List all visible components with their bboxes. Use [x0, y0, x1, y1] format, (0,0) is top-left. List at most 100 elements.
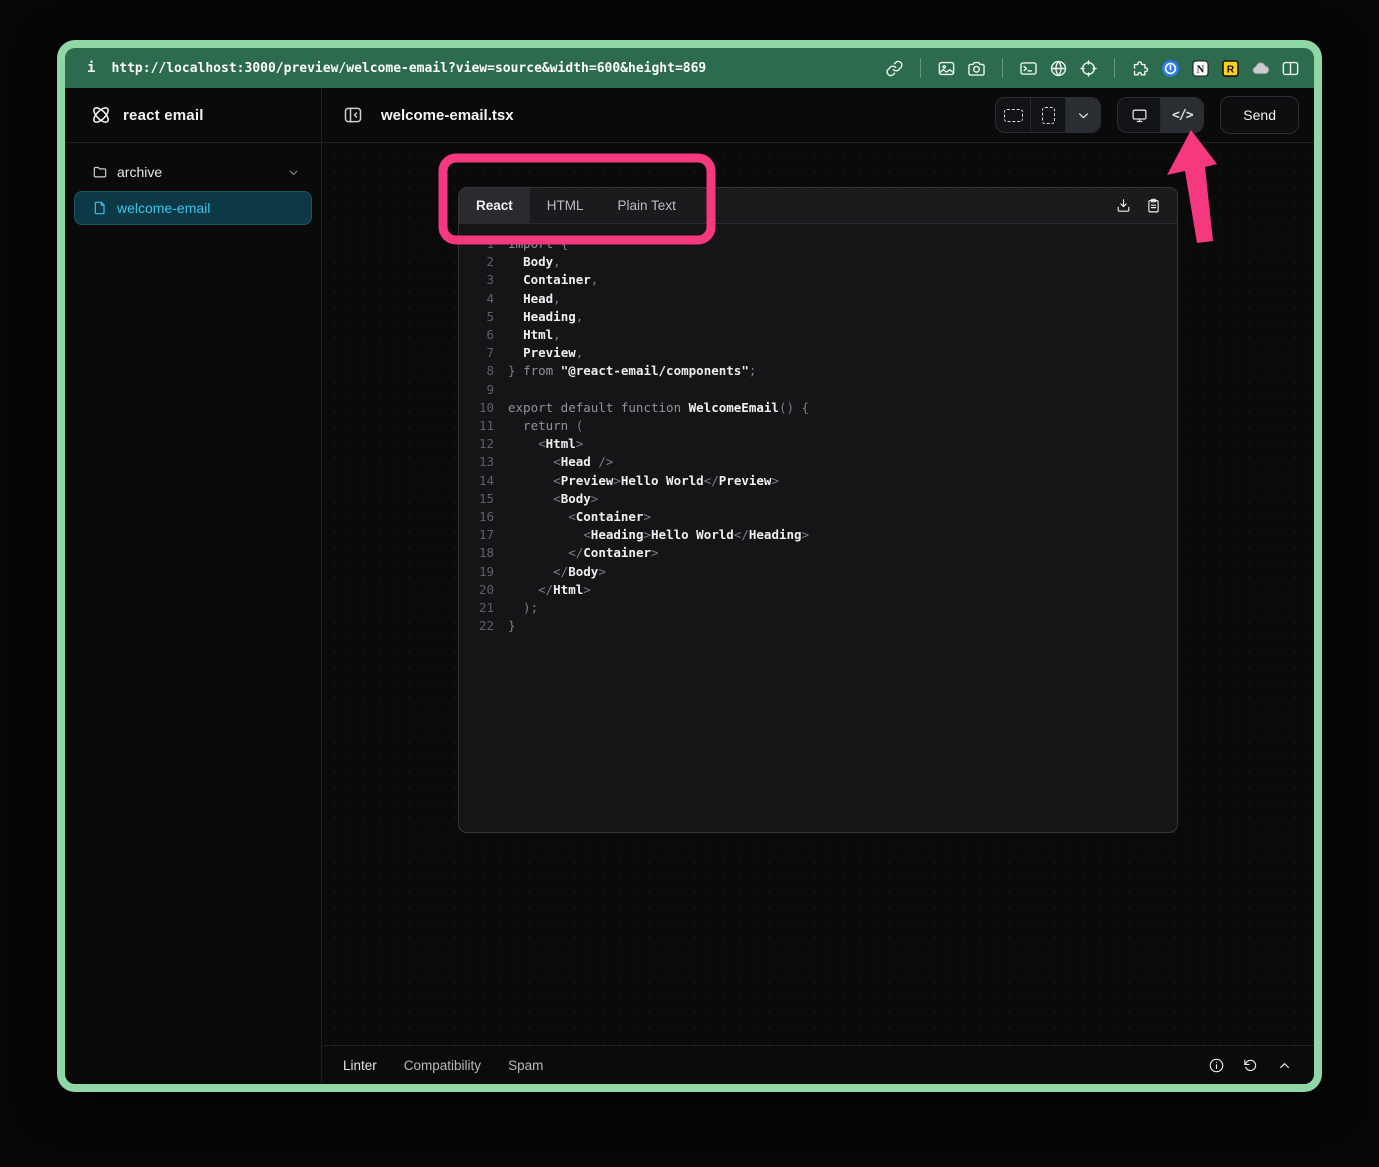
chevron-down-icon[interactable]	[286, 165, 301, 180]
reset-icon[interactable]	[1242, 1057, 1259, 1074]
viewport-landscape-button[interactable]	[996, 98, 1030, 132]
line-number: 1	[468, 235, 494, 253]
line-number: 14	[468, 472, 494, 490]
line-content: return (	[508, 417, 583, 435]
code-line: 6 Html,	[468, 326, 1177, 344]
line-number: 18	[468, 544, 494, 562]
address-bar[interactable]: http://localhost:3000/preview/welcome-em…	[111, 61, 706, 76]
code-line: 1 import {	[468, 235, 1177, 253]
tab-react[interactable]: React	[459, 188, 530, 223]
sidebar-brand: react email	[65, 88, 321, 143]
sidebar-item-welcome-email[interactable]: welcome-email	[74, 191, 312, 225]
line-content: Preview,	[508, 344, 583, 362]
download-icon[interactable]	[1115, 197, 1132, 214]
line-number: 2	[468, 253, 494, 271]
react-email-logo	[90, 104, 112, 126]
line-number: 17	[468, 526, 494, 544]
sidebar-collapse-icon[interactable]	[340, 102, 366, 128]
viewport-portrait-icon	[1042, 107, 1055, 124]
line-number: 13	[468, 453, 494, 471]
viewport-landscape-icon	[1004, 109, 1023, 122]
code-line: 12 <Html>	[468, 435, 1177, 453]
line-number: 11	[468, 417, 494, 435]
code-actions	[1115, 188, 1177, 223]
cloud-icon[interactable]	[1251, 59, 1270, 78]
line-number: 19	[468, 563, 494, 581]
split-view-icon[interactable]	[1281, 59, 1300, 78]
code-line: 13 <Head />	[468, 453, 1177, 471]
r-extension-icon[interactable]: R	[1221, 59, 1240, 78]
code-line: 5 Heading,	[468, 308, 1177, 326]
info-icon[interactable]	[1208, 1057, 1225, 1074]
line-content: <Head />	[508, 453, 613, 471]
line-content: <Heading>Hello World</Heading>	[508, 526, 809, 544]
code-lines: 1import {2 Body,3 Container,4 Head,5 Hea…	[459, 224, 1177, 635]
desktop-preview-button[interactable]	[1118, 98, 1160, 132]
viewport-portrait-button[interactable]	[1030, 98, 1065, 132]
line-number: 15	[468, 490, 494, 508]
line-content: <Preview>Hello World</Preview>	[508, 472, 779, 490]
line-number: 22	[468, 617, 494, 635]
code-line: 3 Container,	[468, 271, 1177, 289]
file-icon	[92, 200, 108, 216]
code-line: 11 return (	[468, 417, 1177, 435]
bottom-bar-icons	[1208, 1057, 1293, 1074]
line-number: 5	[468, 308, 494, 326]
onepassword-icon[interactable]	[1161, 59, 1180, 78]
browser-toolbar: NR	[885, 58, 1300, 78]
terminal-icon[interactable]	[1019, 59, 1038, 78]
code-line: 16 <Container>	[468, 508, 1177, 526]
code-line: 19 </Body>	[468, 563, 1177, 581]
notion-icon[interactable]: N	[1191, 59, 1210, 78]
toolbar-divider	[1002, 58, 1003, 78]
view-toggle-group: </>	[1117, 97, 1204, 133]
sidebar-list: archive welcome-email	[65, 143, 321, 228]
camera-icon[interactable]	[967, 59, 986, 78]
bottom-tab-linter[interactable]: Linter	[343, 1058, 377, 1073]
line-number: 21	[468, 599, 494, 617]
tab-html[interactable]: HTML	[530, 188, 601, 223]
folder-icon	[92, 164, 108, 180]
viewport-dropdown-button[interactable]	[1065, 98, 1100, 132]
line-content: <Container>	[508, 508, 651, 526]
code-panel: ReactHTMLPlain Text 1 import { 2 Body,3 Co…	[458, 187, 1178, 833]
bottom-bar: Linter Compatibility Spam	[322, 1045, 1314, 1084]
line-number: 3	[468, 271, 494, 289]
globe-icon[interactable]	[1049, 59, 1068, 78]
line-content: Html,	[508, 326, 561, 344]
screenshot-icon[interactable]	[937, 59, 956, 78]
brand-text: react email	[123, 107, 204, 124]
viewport-size-group	[995, 97, 1101, 133]
send-button[interactable]: Send	[1220, 96, 1299, 134]
extensions-icon[interactable]	[1131, 59, 1150, 78]
code-line: 10export default function WelcomeEmail()…	[468, 399, 1177, 417]
bottom-tab-compatibility[interactable]: Compatibility	[404, 1058, 481, 1073]
collapse-up-icon[interactable]	[1276, 1057, 1293, 1074]
url-info-glyph: i	[87, 60, 95, 76]
line-content: } from "@react-email/components";	[508, 362, 756, 380]
main-panel: welcome-email.tsx </> Send	[322, 88, 1314, 1084]
line-content: </Container>	[508, 544, 659, 562]
preview-canvas: ReactHTMLPlain Text 1 import { 2 Body,3 Co…	[322, 143, 1314, 1045]
line-number: 16	[468, 508, 494, 526]
sidebar-item-label: archive	[117, 164, 162, 180]
source-code-icon: </>	[1172, 108, 1192, 123]
code-line: 7 Preview,	[468, 344, 1177, 362]
crosshair-icon[interactable]	[1079, 59, 1098, 78]
line-content: Heading,	[508, 308, 583, 326]
line-content: import {	[508, 235, 568, 253]
sidebar-item-archive[interactable]: archive	[74, 156, 312, 188]
toolbar-divider	[1114, 58, 1115, 78]
copy-icon[interactable]	[1145, 197, 1162, 214]
code-line: 15 <Body>	[468, 490, 1177, 508]
line-content: Body,	[508, 253, 561, 271]
svg-text:N: N	[1197, 63, 1205, 75]
link-icon[interactable]	[885, 59, 904, 78]
browser-window: i http://localhost:3000/preview/welcome-…	[57, 40, 1322, 1092]
source-code-button[interactable]: </>	[1160, 98, 1203, 132]
bottom-tab-spam[interactable]: Spam	[508, 1058, 543, 1073]
tab-plain-text[interactable]: Plain Text	[601, 188, 693, 223]
main-header: welcome-email.tsx </> Send	[322, 88, 1314, 143]
line-number: 10	[468, 399, 494, 417]
code-line: 17 <Heading>Hello World</Heading>	[468, 526, 1177, 544]
